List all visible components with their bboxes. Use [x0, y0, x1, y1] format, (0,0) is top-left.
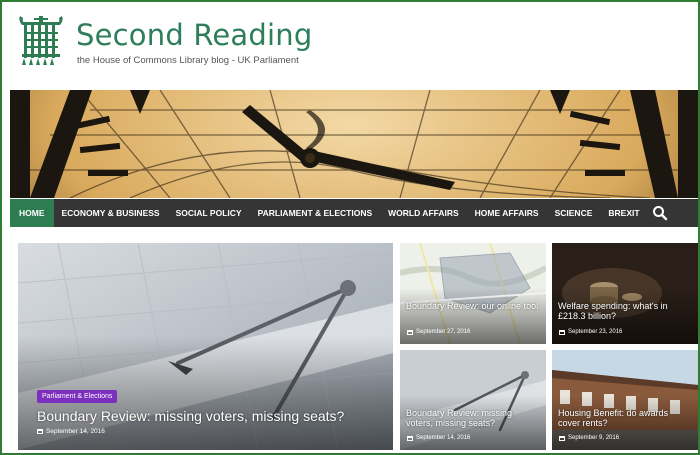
featured-article-title[interactable]: Boundary Review: missing voters, missing…: [37, 408, 387, 424]
article-title[interactable]: Housing Benefit: do awards cover rents?: [558, 408, 692, 428]
calendar-icon: [37, 429, 43, 434]
nav-item-home[interactable]: HOME: [10, 199, 54, 227]
nav-item-brexit[interactable]: BREXIT: [600, 199, 647, 227]
article-date: September 23, 2016: [559, 329, 622, 335]
category-badge[interactable]: Parliament & Elections: [37, 390, 118, 403]
calendar-icon: [407, 435, 413, 441]
search-icon[interactable]: [652, 205, 668, 221]
calendar-icon: [407, 329, 413, 335]
article-date: September 9, 2016: [559, 435, 619, 441]
card-overlay: [400, 288, 546, 344]
nav-item-home-affairs[interactable]: HOME AFFAIRS: [467, 199, 547, 227]
nav-item-science[interactable]: SCIENCE: [547, 199, 601, 227]
main-navigation: HOME ECONOMY & BUSINESS SOCIAL POLICY PA…: [10, 199, 698, 227]
featured-article-card[interactable]: Parliament & Elections Boundary Review: …: [18, 243, 393, 450]
date-text: September 14, 2016: [46, 428, 105, 435]
nav-item-parliament-elections[interactable]: PARLIAMENT & ELECTIONS: [250, 199, 381, 227]
article-card[interactable]: Welfare spending: what's in £218.3 billi…: [552, 243, 698, 344]
article-title[interactable]: Boundary Review: our online tool: [406, 301, 540, 311]
date-text: September 23, 2016: [568, 329, 623, 335]
site-header: Second Reading the House of Commons Libr…: [2, 2, 698, 90]
calendar-icon: [559, 329, 565, 335]
article-date: September 14, 2016: [407, 435, 470, 441]
nav-item-economy-business[interactable]: ECONOMY & BUSINESS: [54, 199, 168, 227]
article-card[interactable]: Boundary Review: our online tool Septemb…: [400, 243, 546, 344]
nav-item-world-affairs[interactable]: WORLD AFFAIRS: [380, 199, 467, 227]
date-text: September 27, 2016: [416, 329, 471, 335]
featured-article-date: September 14, 2016: [37, 428, 105, 435]
site-title[interactable]: Second Reading: [76, 18, 312, 52]
article-title[interactable]: Boundary Review: missing voters, missing…: [406, 408, 540, 428]
article-card[interactable]: Boundary Review: missing voters, missing…: [400, 350, 546, 450]
calendar-icon: [559, 435, 565, 441]
portcullis-logo-icon[interactable]: [18, 16, 64, 68]
site-tagline: the House of Commons Library blog - UK P…: [77, 55, 299, 66]
date-text: September 9, 2016: [568, 435, 620, 441]
page-frame: Second Reading the House of Commons Libr…: [0, 0, 700, 455]
header-banner-image: [10, 90, 698, 198]
nav-item-social-policy[interactable]: SOCIAL POLICY: [168, 199, 250, 227]
article-card[interactable]: Housing Benefit: do awards cover rents? …: [552, 350, 698, 450]
article-date: September 27, 2016: [407, 329, 470, 335]
date-text: September 14, 2016: [416, 435, 471, 441]
article-title[interactable]: Welfare spending: what's in £218.3 billi…: [558, 301, 692, 321]
